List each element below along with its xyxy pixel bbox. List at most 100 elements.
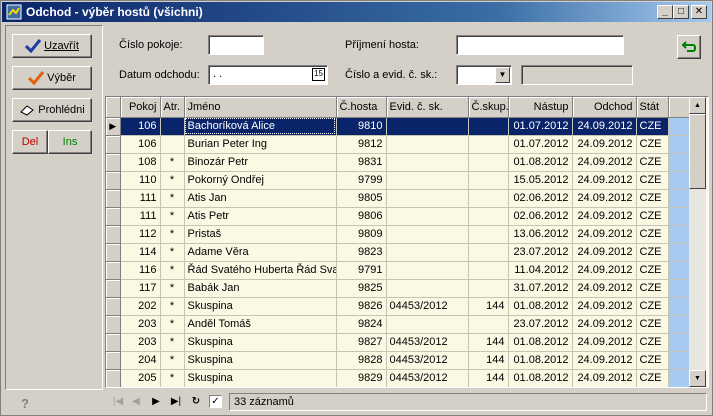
cell-country[interactable]: CZE [636,117,669,136]
row-indicator[interactable] [106,153,121,172]
cell-departure[interactable]: 24.09.2012 [572,279,637,298]
help-icon[interactable]: ? [21,396,29,411]
cell-group-number[interactable] [468,261,509,280]
cell-room[interactable]: 110 [120,171,161,190]
cell-record-number[interactable] [386,261,469,280]
cell-group-number[interactable] [468,135,509,154]
table-row[interactable]: 117 * Babák Jan 9825 31.07.2012 24.09.2012 CZE [106,279,691,298]
cell-arrival[interactable]: 23.07.2012 [508,243,573,262]
cell-departure[interactable]: 24.09.2012 [572,351,637,370]
cell-country[interactable]: CZE [636,171,669,190]
cell-guest-number[interactable]: 9799 [336,171,387,190]
calendar-icon[interactable]: 15 [312,68,325,81]
cell-group-number[interactable] [468,279,509,298]
cell-room[interactable]: 203 [120,315,161,334]
cell-country[interactable]: CZE [636,279,669,298]
cell-group-number[interactable] [468,189,509,208]
cell-guest-number[interactable]: 9810 [336,117,387,136]
cell-departure[interactable]: 24.09.2012 [572,243,637,262]
cell-guest-number[interactable]: 9827 [336,333,387,352]
cell-departure[interactable]: 24.09.2012 [572,225,637,244]
cell-name[interactable]: Skuspina [184,369,337,387]
cell-guest-number[interactable]: 9828 [336,351,387,370]
cell-guest-number[interactable]: 9829 [336,369,387,387]
cell-country[interactable]: CZE [636,243,669,262]
cell-record-number[interactable] [386,135,469,154]
cell-attribute[interactable]: * [160,315,185,334]
cell-record-number[interactable]: 04453/2012 [386,369,469,387]
cell-guest-number[interactable]: 9791 [336,261,387,280]
table-row[interactable]: 111 * Atis Jan 9805 02.06.2012 24.09.2012 CZE [106,189,691,208]
column-header-arrival[interactable]: Nástup [508,97,573,118]
cell-arrival[interactable]: 01.08.2012 [508,297,573,316]
row-indicator[interactable] [106,315,121,334]
cell-country[interactable]: CZE [636,351,669,370]
cell-guest-number[interactable]: 9812 [336,135,387,154]
cell-attribute[interactable]: * [160,261,185,280]
cell-record-number[interactable] [386,279,469,298]
cell-room[interactable]: 106 [120,135,161,154]
table-row[interactable]: 112 * Pristaš 9809 13.06.2012 24.09.2012 CZE [106,225,691,244]
cell-room[interactable]: 112 [120,225,161,244]
close-window-button[interactable]: ✕ [691,5,707,19]
last-record-icon[interactable]: ▶| [169,395,183,409]
cell-name[interactable]: Anděl Tomáš [184,315,337,334]
cell-arrival[interactable]: 23.07.2012 [508,315,573,334]
column-header-departure[interactable]: Odchod [572,97,637,118]
cell-guest-number[interactable]: 9826 [336,297,387,316]
cell-arrival[interactable]: 01.07.2012 [508,135,573,154]
delete-button[interactable]: Del [12,130,48,154]
cell-country[interactable]: CZE [636,315,669,334]
cell-group-number[interactable] [468,171,509,190]
row-indicator[interactable] [106,243,121,262]
cell-arrival[interactable]: 01.07.2012 [508,117,573,136]
scroll-thumb[interactable] [689,114,706,189]
row-indicator[interactable] [106,333,121,352]
row-indicator[interactable] [106,171,121,190]
cell-country[interactable]: CZE [636,153,669,172]
cell-record-number[interactable] [386,153,469,172]
cell-record-number[interactable] [386,225,469,244]
cell-group-number[interactable]: 144 [468,333,509,352]
cell-arrival[interactable]: 15.05.2012 [508,171,573,190]
cell-attribute[interactable] [160,117,185,136]
row-indicator[interactable] [106,279,121,298]
row-indicator[interactable] [106,261,121,280]
cell-departure[interactable]: 24.09.2012 [572,153,637,172]
row-indicator[interactable] [106,297,121,316]
cell-record-number[interactable] [386,207,469,226]
cell-room[interactable]: 108 [120,153,161,172]
cell-group-number[interactable] [468,243,509,262]
cell-name[interactable]: Bachoríková Alice [184,117,337,136]
table-row[interactable]: 204 * Skuspina 9828 04453/2012 144 01.08.2012 2… [106,351,691,370]
cell-group-number[interactable] [468,117,509,136]
cell-room[interactable]: 116 [120,261,161,280]
cell-room[interactable]: 106 [120,117,161,136]
row-indicator[interactable] [106,135,121,154]
table-row[interactable]: 203 * Anděl Tomáš 9824 23.07.2012 24.09.2012 C… [106,315,691,334]
cell-arrival[interactable]: 02.06.2012 [508,189,573,208]
cell-attribute[interactable]: * [160,153,185,172]
cell-attribute[interactable]: * [160,189,185,208]
previous-record-icon[interactable]: ◀ [129,395,143,409]
cell-arrival[interactable]: 11.04.2012 [508,261,573,280]
cell-group-number[interactable]: 144 [468,369,509,387]
cell-group-number[interactable]: 144 [468,297,509,316]
cell-departure[interactable]: 24.09.2012 [572,189,637,208]
maximize-button[interactable]: □ [673,5,689,19]
cell-room[interactable]: 204 [120,351,161,370]
chevron-down-icon[interactable]: ▼ [495,67,510,83]
cell-record-number[interactable] [386,171,469,190]
guest-table[interactable]: Pokoj Atr. Jméno Č.hosta Evid. č. sk. Č.… [105,96,709,388]
select-button[interactable]: Výběr [12,66,92,90]
cell-room[interactable]: 111 [120,207,161,226]
cell-attribute[interactable]: * [160,207,185,226]
table-row[interactable]: 110 * Pokorný Ondřej 9799 15.05.2012 24.09.20… [106,171,691,190]
cell-record-number[interactable] [386,243,469,262]
cell-guest-number[interactable]: 9809 [336,225,387,244]
cell-attribute[interactable]: * [160,243,185,262]
cell-attribute[interactable]: * [160,225,185,244]
table-row[interactable]: 108 * Binozár Petr 9831 01.08.2012 24.09.2012… [106,153,691,172]
cell-name[interactable]: Skuspina [184,351,337,370]
departure-date-input[interactable]: . . 15 [208,65,328,85]
